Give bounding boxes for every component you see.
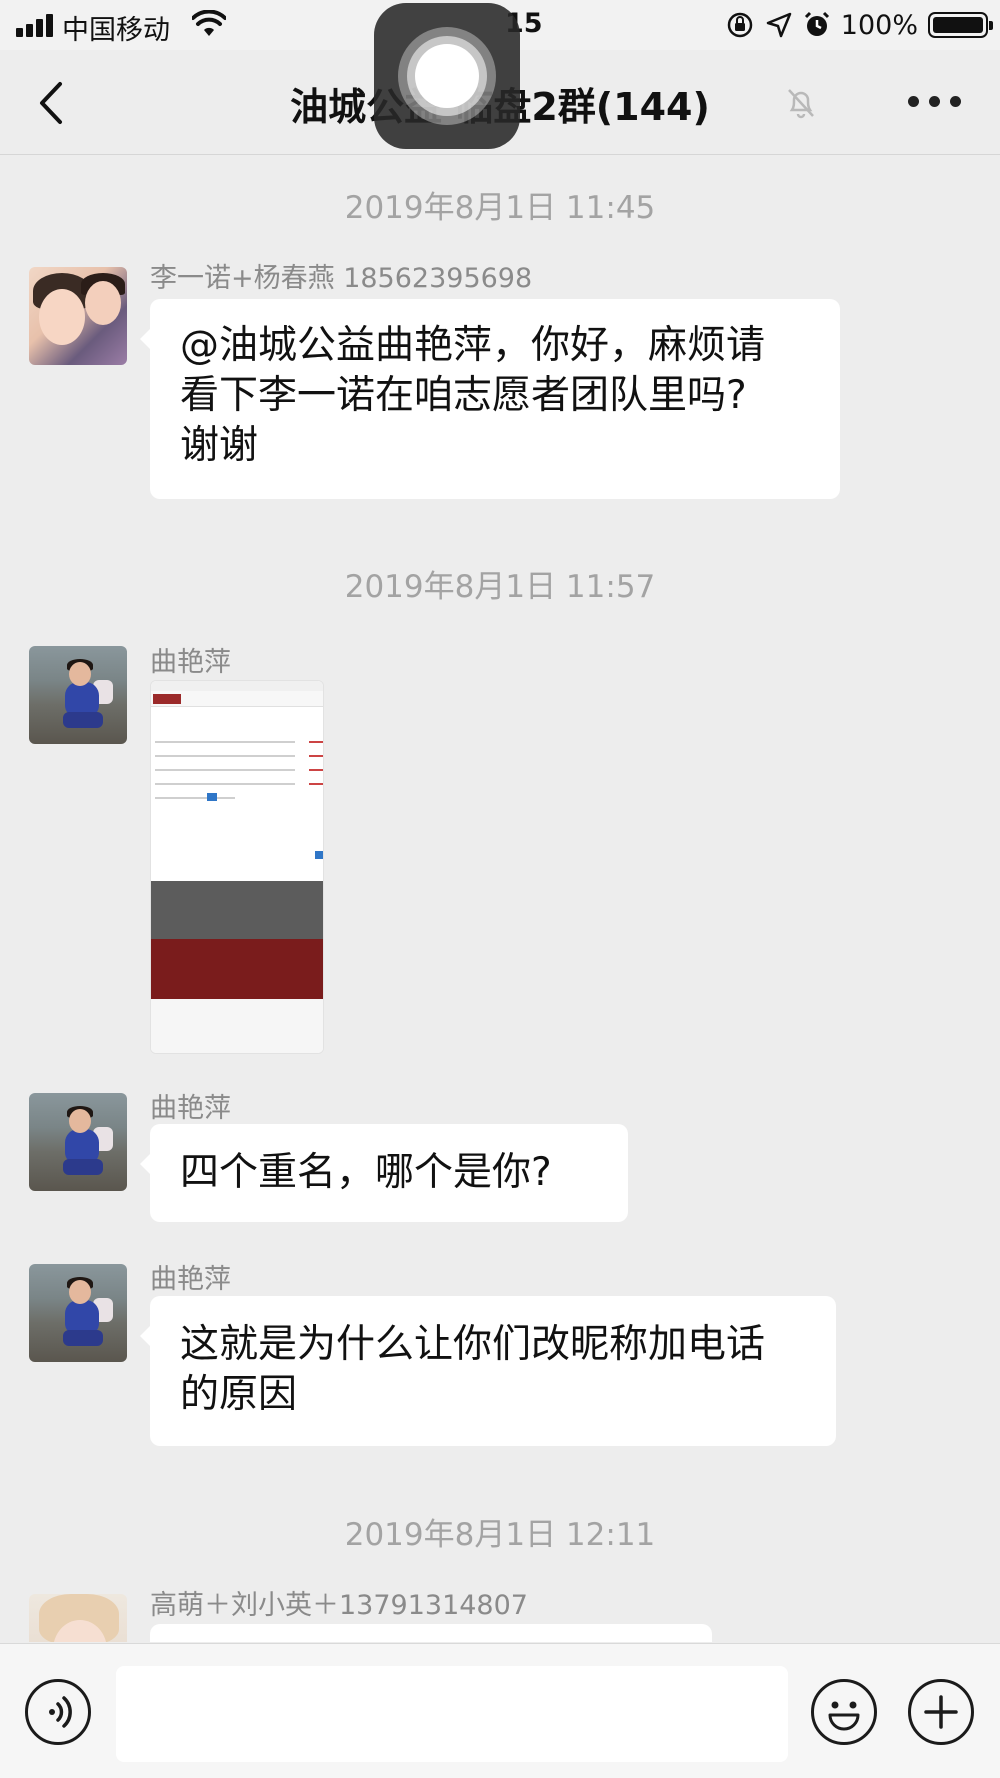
- sender-name: 曲艳萍: [150, 1264, 231, 1295]
- sender-name: 李一诺+杨春燕 18562395698: [150, 263, 533, 294]
- wifi-icon: [192, 10, 226, 36]
- sender-name: 高萌＋刘小英＋13791314807: [150, 1590, 528, 1621]
- battery-percent: 100%: [840, 9, 918, 41]
- avatar[interactable]: [29, 1264, 127, 1362]
- assistive-touch-button[interactable]: [374, 3, 520, 149]
- emoji-icon[interactable]: [811, 1679, 877, 1745]
- message-bubble[interactable]: 四个重名，哪个是你?: [140, 1124, 628, 1222]
- message-text-line: 的原因: [180, 1372, 298, 1417]
- timestamp: 2019年8月1日 12:11: [344, 1517, 656, 1553]
- carrier-label: 中国移动: [62, 15, 170, 46]
- avatar[interactable]: [29, 1093, 127, 1191]
- message-list[interactable]: 2019年8月1日 11:45 李一诺+杨春燕 18562395698 @油城公…: [0, 156, 1000, 1642]
- timestamp: 2019年8月1日 11:45: [344, 190, 656, 226]
- orientation-lock-icon: [727, 12, 753, 38]
- signal-icon: [16, 13, 56, 37]
- bell-muted-icon: [788, 89, 814, 119]
- message-bubble[interactable]: @油城公益曲艳萍，你好，麻烦请 看下李一诺在咱志愿者团队里吗? 谢谢: [140, 299, 840, 499]
- back-chevron-icon[interactable]: [32, 78, 72, 128]
- avatar[interactable]: [29, 1594, 127, 1642]
- image-message-thumbnail[interactable]: [150, 680, 324, 1054]
- battery-icon: [928, 12, 993, 38]
- message-input[interactable]: [116, 1666, 788, 1762]
- plus-icon[interactable]: [908, 1679, 974, 1745]
- message-text-line: 这就是为什么让你们改昵称加电话: [180, 1322, 766, 1367]
- sender-name: 曲艳萍: [150, 1093, 231, 1124]
- avatar[interactable]: [29, 267, 127, 365]
- avatar[interactable]: [29, 646, 127, 744]
- input-bar: [0, 1643, 1000, 1778]
- message-bubble[interactable]: [150, 1624, 712, 1642]
- sender-name: 曲艳萍: [150, 647, 231, 678]
- timestamp: 2019年8月1日 11:57: [344, 569, 656, 605]
- message-text-line: 四个重名，哪个是你?: [180, 1150, 552, 1195]
- message-text-line: 谢谢: [180, 423, 259, 468]
- alarm-icon: [804, 11, 829, 36]
- voice-icon[interactable]: [25, 1679, 91, 1745]
- location-icon: [766, 12, 792, 38]
- message-bubble[interactable]: 这就是为什么让你们改昵称加电话 的原因: [140, 1296, 836, 1446]
- more-dots-icon[interactable]: [908, 96, 962, 110]
- message-text-line: @油城公益曲艳萍，你好，麻烦请: [180, 323, 766, 368]
- message-text-line: 看下李一诺在咱志愿者团队里吗?: [180, 373, 747, 418]
